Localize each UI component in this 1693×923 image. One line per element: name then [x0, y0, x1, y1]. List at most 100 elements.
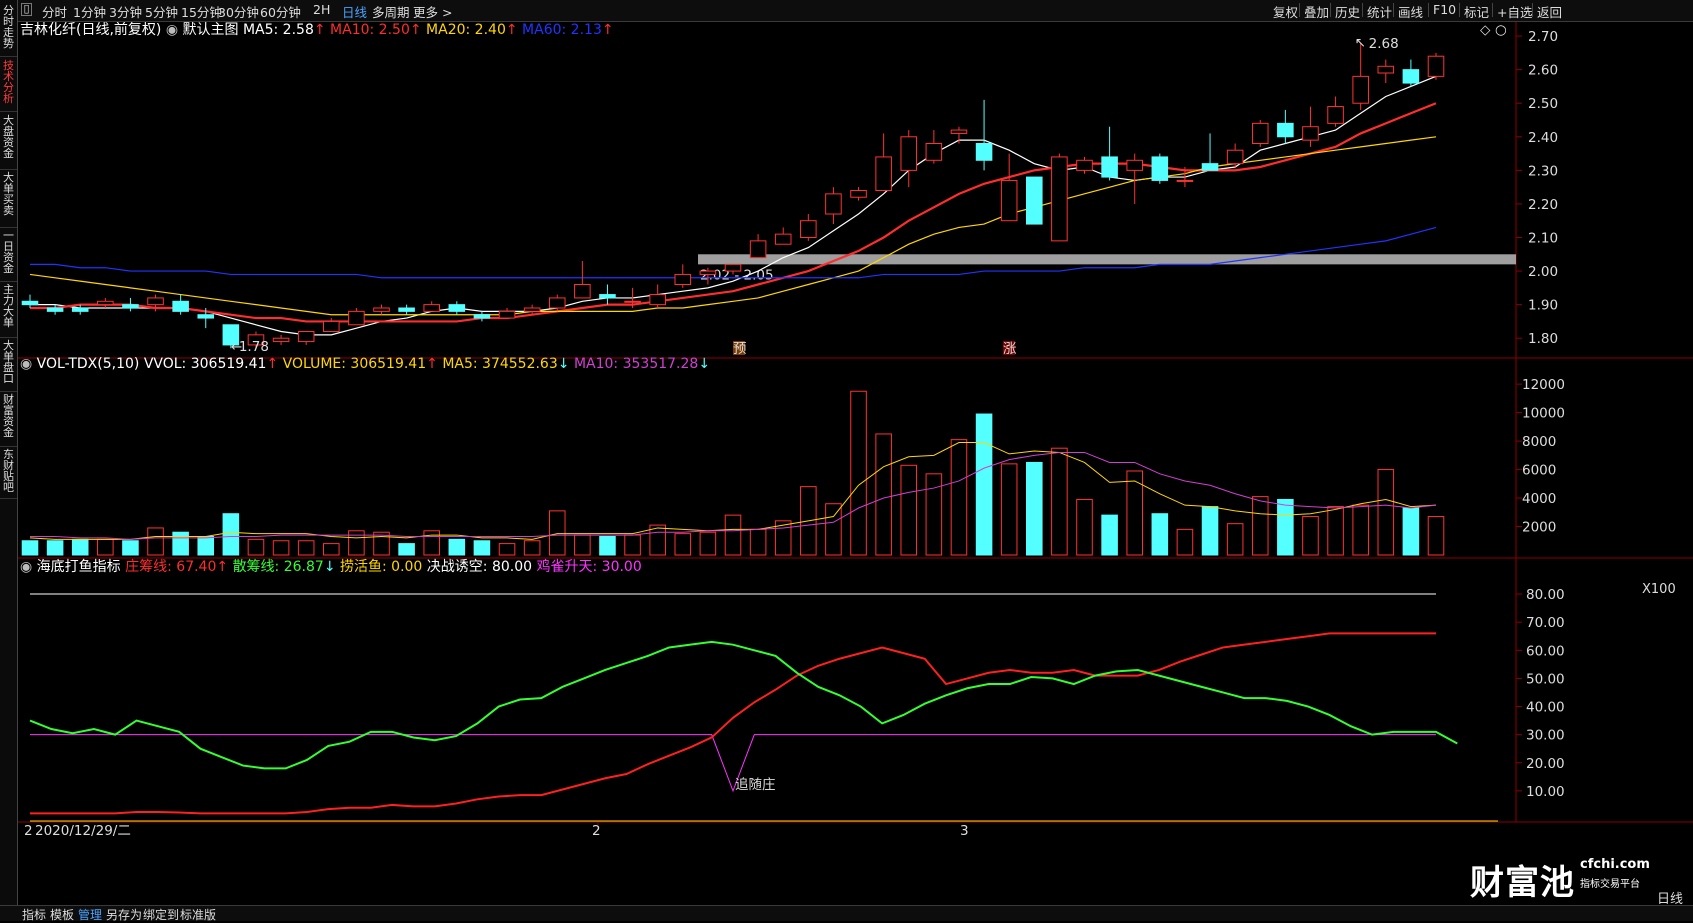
x-month-label: 3 — [960, 823, 969, 839]
vol-tick-label: 2000 — [1522, 520, 1556, 536]
volume-unit-label: X100 — [1642, 582, 1676, 597]
volume-bar — [323, 543, 340, 556]
bottom-tab-3[interactable]: 另存为 — [106, 906, 142, 923]
volume-bar — [1000, 463, 1018, 556]
volume-bar — [1377, 469, 1395, 556]
ind-tick-label: 60.00 — [1526, 643, 1565, 659]
toolbar-separator — [1428, 3, 1429, 17]
sidebar-tab-3[interactable]: 大单买卖 — [0, 170, 17, 226]
sidebar-tab-4[interactable]: 一日资金 — [0, 228, 17, 280]
candle-body — [950, 129, 968, 134]
toolbar-right-5[interactable]: F10 — [1433, 2, 1456, 17]
volume-bar — [523, 540, 541, 556]
volume-bar — [1176, 528, 1194, 556]
price-tick-label: 1.80 — [1528, 331, 1558, 347]
toolbar-separator — [1532, 3, 1533, 17]
candle-body — [1226, 149, 1244, 165]
candle-body — [398, 307, 415, 312]
candle-body — [97, 300, 114, 306]
period-1[interactable]: 1分钟 — [73, 2, 106, 21]
vol-arrow-1: ↑ — [426, 356, 438, 372]
candle-body — [323, 320, 340, 332]
toolbar-right-1[interactable]: 叠加 — [1304, 2, 1329, 21]
volume-bar — [950, 439, 968, 556]
candle-body — [1126, 159, 1143, 171]
high-price-label: 2.68 — [1369, 36, 1399, 52]
toolbar-separator — [1459, 3, 1460, 17]
volume-bar — [825, 503, 842, 556]
ind-tick-label: 30.00 — [1526, 728, 1565, 744]
period-7[interactable]: 2H — [313, 2, 330, 17]
candle-body — [348, 310, 365, 326]
period-5[interactable]: 30分钟 — [218, 2, 259, 21]
candle-body — [1076, 159, 1093, 171]
volume-bar — [875, 433, 892, 556]
sidebar-tab-0[interactable]: 分时走势 — [0, 3, 17, 55]
ma-value-1: MA10: 2.50 — [330, 22, 410, 38]
high-pointer: ↖ — [1355, 35, 1366, 51]
bottom-tab-5[interactable]: 标准版 — [180, 906, 216, 923]
zhuang-line — [30, 632, 1436, 815]
period-3[interactable]: 5分钟 — [145, 2, 178, 21]
price-tick-label: 2.50 — [1528, 96, 1558, 112]
ind-value-3: 决战诱空: 80.00 — [427, 559, 532, 575]
price-tick-label: 2.30 — [1528, 163, 1558, 179]
sidebar-tab-5[interactable]: 主力大单 — [0, 282, 17, 336]
period-9[interactable]: 多周期 — [372, 2, 410, 21]
sidebar-tab-7[interactable]: 财富资金 — [0, 392, 17, 445]
candle-body — [122, 304, 139, 309]
candle-body — [1302, 126, 1319, 141]
bottom-tab-2[interactable]: 管理 — [78, 906, 102, 923]
volume-bar — [423, 530, 440, 556]
toolbar-right-0[interactable]: 复权 — [1273, 2, 1298, 21]
toolbar-right-2[interactable]: 历史 — [1335, 2, 1360, 21]
volume-bar — [247, 538, 265, 556]
price-tick-label: 2.20 — [1528, 197, 1558, 213]
chart-canvas[interactable]: 2.70 2.60 2.50 2.40 2.30 2.20 2.10 2.00 1.90 1.80… — [18, 22, 1693, 905]
period-10[interactable]: 更多 > — [413, 2, 452, 21]
toolbar-separator — [1492, 3, 1493, 17]
price-tick-label: 1.90 — [1528, 298, 1558, 314]
volume-bar — [498, 543, 516, 556]
candle-body — [1377, 65, 1395, 74]
toolbar-right-7[interactable]: +自选 — [1497, 2, 1532, 21]
vol-arrow-2: ↓ — [558, 356, 570, 372]
period-0[interactable]: 分时 — [42, 2, 67, 21]
period-4[interactable]: 15分钟 — [181, 2, 222, 21]
sidebar-tab-6[interactable]: 大单盘口 — [0, 338, 17, 390]
period-2[interactable]: 3分钟 — [109, 2, 142, 21]
ind-tick-label: 70.00 — [1526, 615, 1565, 631]
candle-body — [774, 233, 792, 245]
volume-bar — [975, 413, 993, 556]
volume-bar — [1277, 498, 1294, 556]
volume-bar — [197, 535, 215, 556]
price-header: 吉林化纤(日线,前复权) ◉ 默认主图 MA5: 2.58↑ MA10: 2.5… — [20, 22, 614, 38]
volume-bar — [297, 540, 315, 556]
ind-tick-label: 10.00 — [1526, 784, 1565, 800]
low-pointer: ← — [231, 339, 242, 355]
circle-icon[interactable]: ○ — [1495, 22, 1507, 38]
volume-bar — [21, 540, 39, 556]
toolbar-right-6[interactable]: 标记 — [1464, 2, 1489, 21]
jique-line — [30, 734, 1436, 793]
period-8[interactable]: 日线 — [342, 2, 367, 21]
marker-b: 涨 — [1003, 341, 1017, 357]
toolbar-right-4[interactable]: 画线 — [1398, 2, 1423, 21]
diamond-icon[interactable]: ◇ — [1480, 22, 1491, 38]
candle-body — [297, 331, 315, 343]
period-6[interactable]: 60分钟 — [260, 2, 301, 21]
candle-body — [1352, 75, 1369, 104]
sidebar-tab-1[interactable]: 技术分析 — [0, 58, 17, 110]
toolbar-right-3[interactable]: 统计 — [1367, 2, 1392, 21]
window-icon[interactable]: ▯ — [21, 3, 32, 16]
vol-tick-label: 12000 — [1522, 377, 1565, 393]
bottom-tab-4[interactable]: 绑定到 — [143, 906, 179, 923]
bottom-tab-0[interactable]: 指标 — [22, 906, 46, 923]
sidebar-tab-8[interactable]: 东财贴吧 — [0, 447, 17, 497]
vol-tick-label: 8000 — [1522, 434, 1556, 450]
sidebar-tab-2[interactable]: 大盘资金 — [0, 113, 17, 168]
bottom-tab-1[interactable]: 模板 — [50, 906, 74, 923]
toolbar-right-8[interactable]: 返回 — [1537, 2, 1562, 21]
sidebar-separator — [0, 498, 17, 499]
price-tick-label: 2.70 — [1528, 29, 1558, 45]
